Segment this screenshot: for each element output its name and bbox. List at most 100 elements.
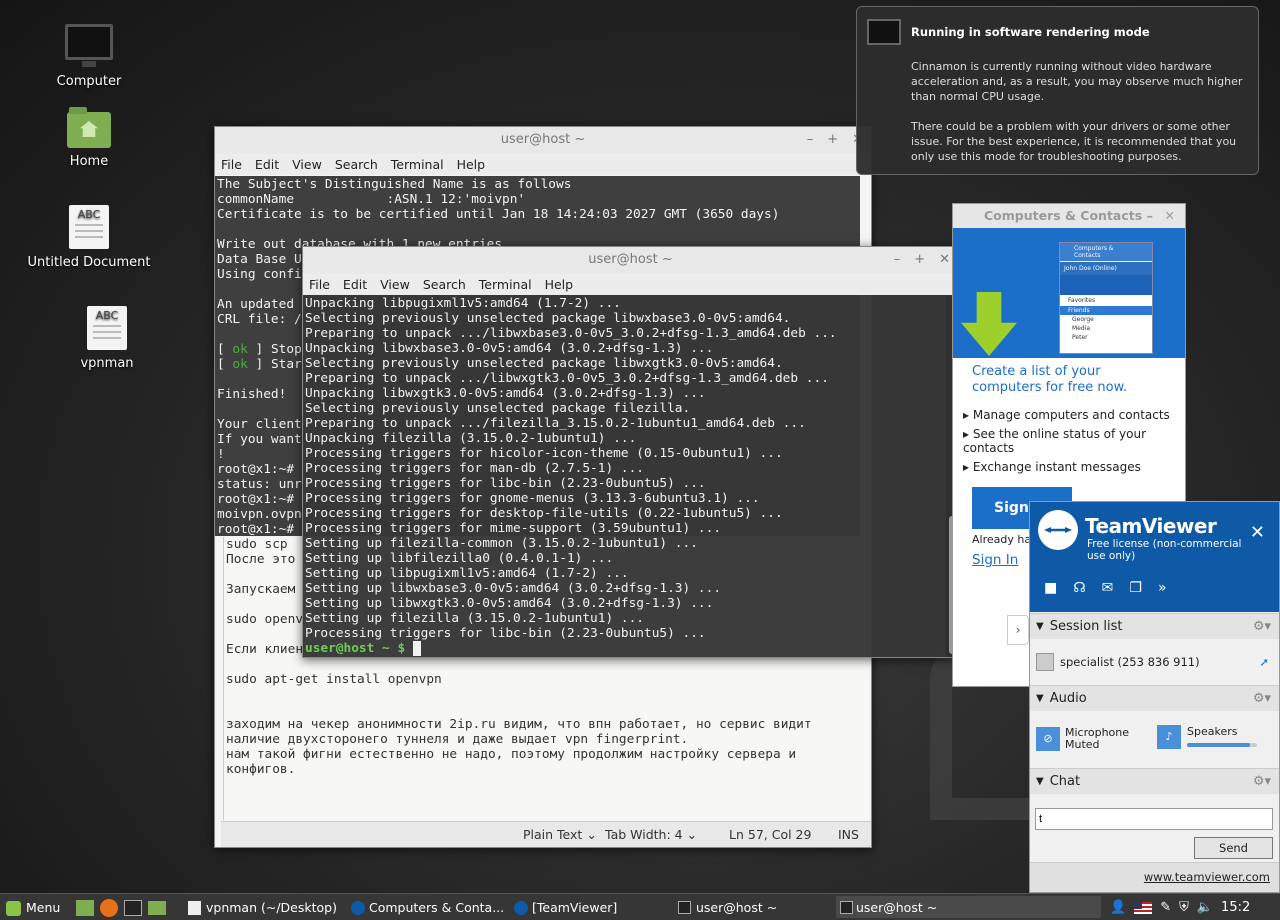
- tv-brand: TeamViewer: [1085, 514, 1217, 538]
- taskbar: Menu vpnman (~/Desktop) Computers & Cont…: [0, 893, 1280, 920]
- expand-chevron-button[interactable]: ›: [1007, 615, 1029, 645]
- desktop-icon-label: Computer: [56, 74, 122, 89]
- terminal-line: Preparing to unpack .../filezilla_3.15.0…: [305, 416, 806, 431]
- close-button[interactable]: ✕: [1165, 204, 1175, 228]
- user-icon[interactable]: 👤: [1110, 898, 1126, 918]
- notification-body: Cinnamon is currently running without vi…: [911, 60, 1243, 103]
- terminal-window-front[interactable]: user@host ~ – + ✕ File Edit View Search Termin…: [302, 246, 959, 658]
- microphone-muted-icon[interactable]: ⊘: [1036, 727, 1060, 751]
- gear-icon[interactable]: ⚙▾: [1253, 619, 1271, 634]
- flag-icon[interactable]: [1134, 902, 1153, 914]
- send-button[interactable]: Send: [1194, 837, 1273, 859]
- task-teamviewer[interactable]: [TeamViewer]: [512, 898, 662, 918]
- session-row[interactable]: specialist (253 836 911) ➚: [1030, 639, 1279, 685]
- menu-search[interactable]: Search: [423, 277, 466, 292]
- menu-view[interactable]: View: [292, 157, 322, 172]
- thumb-item: Friends: [1060, 306, 1152, 315]
- teamviewer-panel[interactable]: TeamViewer Free license (non-commercial …: [1029, 501, 1280, 893]
- desktop-icon-home[interactable]: Home: [34, 107, 144, 169]
- speaker-icon[interactable]: ♪: [1157, 725, 1181, 749]
- chevron-down-icon: ▼: [1036, 693, 1044, 704]
- home-folder-icon: [67, 107, 111, 148]
- maximize-button[interactable]: +: [914, 252, 925, 267]
- firefox-icon[interactable]: [100, 899, 118, 917]
- sign-in-link[interactable]: Sign In: [972, 552, 1018, 568]
- terminal-line: Processing triggers for hicolor-icon-the…: [305, 446, 783, 461]
- task-terminal-1[interactable]: user@host ~: [676, 898, 826, 918]
- menu-edit[interactable]: Edit: [343, 277, 367, 292]
- menu-file[interactable]: File: [221, 157, 242, 172]
- terminal-line: Processing triggers for libc-bin (2.23-0…: [305, 626, 706, 641]
- terminal-output[interactable]: Unpacking libpugixml1v5:amd64 (1.7-2) ..…: [303, 296, 945, 657]
- update-icon[interactable]: ⛨: [1179, 898, 1189, 918]
- volume-slider[interactable]: [1187, 743, 1257, 747]
- chevron-down-icon: ▼: [1036, 776, 1044, 787]
- window-title: user@host ~: [500, 132, 586, 147]
- terminal-line: Unpacking libwxbase3.0-0v5:amd64 (3.0.2+…: [305, 341, 714, 356]
- close-button[interactable]: ✕: [1250, 522, 1265, 543]
- maximize-button[interactable]: +: [827, 132, 838, 147]
- chat-icon[interactable]: ✉: [1102, 580, 1114, 596]
- desktop-icon-computer[interactable]: Computer: [34, 24, 144, 89]
- title-bar[interactable]: user@host ~ –+✕: [215, 127, 871, 153]
- notification-popup[interactable]: Running in software rendering mode Cinna…: [856, 6, 1259, 175]
- task-vpnman[interactable]: vpnman (~/Desktop): [186, 898, 337, 918]
- audio-header[interactable]: ▼ Audio ⚙▾: [1030, 685, 1279, 711]
- volume-icon[interactable]: 🔈: [1197, 898, 1213, 918]
- menu-button[interactable]: Menu: [6, 898, 60, 918]
- more-icon[interactable]: »: [1158, 580, 1167, 596]
- title-bar[interactable]: user@host ~ –+✕: [303, 247, 958, 273]
- desktop-icon-untitled-document[interactable]: ABC Untitled Document: [24, 205, 154, 270]
- pointer-icon[interactable]: ➚: [1259, 655, 1269, 669]
- terminal-line: Selecting previously unselected package …: [305, 311, 791, 326]
- files-icon[interactable]: ❐: [1129, 580, 1142, 596]
- syntax-selector[interactable]: Plain Text ⌄: [523, 827, 597, 842]
- clock[interactable]: 15:2: [1221, 898, 1250, 918]
- video-icon[interactable]: ■: [1044, 580, 1057, 596]
- minimize-button[interactable]: –: [894, 252, 901, 267]
- avatar: [1036, 653, 1054, 671]
- tab-width-selector[interactable]: Tab Width: 4 ⌄: [605, 827, 697, 842]
- teamviewer-link[interactable]: www.teamviewer.com: [1144, 870, 1270, 884]
- headset-icon[interactable]: ☊: [1073, 580, 1085, 596]
- session-list-header[interactable]: ▼ Session list ⚙▾: [1030, 613, 1279, 639]
- menu-edit[interactable]: Edit: [255, 157, 279, 172]
- terminal-line: commonName :ASN.1 12:'moivpn': [217, 192, 526, 207]
- window-title: Computers & Contacts: [984, 208, 1143, 223]
- terminal-line: Processing triggers for man-db (2.7.5-1)…: [305, 461, 644, 476]
- menu-search[interactable]: Search: [335, 157, 378, 172]
- mint-logo-icon: [6, 901, 21, 916]
- chat-input[interactable]: [1035, 808, 1273, 830]
- terminal-line: Setting up filezilla (3.15.0.2-1ubuntu1)…: [305, 611, 644, 626]
- terminal-icon[interactable]: [124, 900, 142, 916]
- terminal-line: Unpacking filezilla (3.15.0.2-1ubuntu1) …: [305, 431, 637, 446]
- gear-icon[interactable]: ⚙▾: [1253, 774, 1271, 789]
- chevron-down-icon: ⌄: [586, 827, 597, 842]
- minimize-button[interactable]: –: [1147, 204, 1153, 228]
- network-icon[interactable]: ✎: [1160, 898, 1171, 918]
- gear-icon[interactable]: ⚙▾: [1253, 691, 1271, 706]
- cursor-position: Ln 57, Col 29: [729, 827, 812, 842]
- desktop-icon-vpnman[interactable]: ABC vpnman: [52, 306, 162, 371]
- menu-help[interactable]: Help: [457, 157, 486, 172]
- task-computers-contacts[interactable]: Computers & Conta...: [349, 898, 504, 918]
- task-terminal-2[interactable]: user@host ~: [836, 896, 1101, 918]
- chat-header[interactable]: ▼ Chat ⚙▾: [1030, 768, 1279, 794]
- minimize-button[interactable]: –: [807, 132, 814, 147]
- terminal-line: Preparing to unpack .../libwxbase3.0-0v5…: [305, 326, 837, 341]
- files-icon[interactable]: [148, 901, 166, 915]
- menu-terminal[interactable]: Terminal: [391, 157, 444, 172]
- title-bar[interactable]: Computers & Contacts – ✕: [953, 204, 1185, 228]
- terminal-line: Selecting previously unselected package …: [305, 401, 691, 416]
- menu-bar: File Edit View Search Terminal Help: [303, 273, 958, 295]
- close-button[interactable]: ✕: [939, 252, 950, 267]
- menu-help[interactable]: Help: [545, 277, 574, 292]
- show-desktop-icon[interactable]: [76, 900, 94, 916]
- menu-terminal[interactable]: Terminal: [479, 277, 532, 292]
- menu-file[interactable]: File: [309, 277, 330, 292]
- menu-view[interactable]: View: [380, 277, 410, 292]
- terminal-line: user@host ~ $: [305, 641, 945, 656]
- session-name: specialist (253 836 911): [1060, 655, 1200, 669]
- terminal-line: Setting up libpugixml1v5:amd64 (1.7-2) .…: [305, 566, 629, 581]
